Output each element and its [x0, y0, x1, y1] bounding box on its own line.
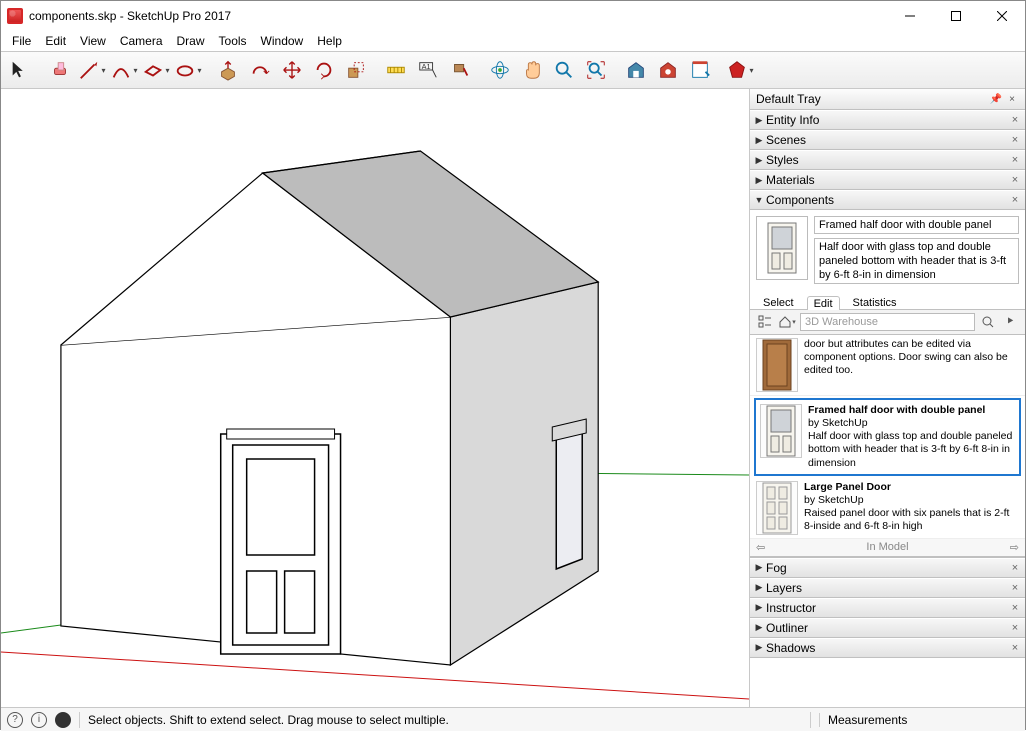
- panel-components[interactable]: ▼Components×: [750, 190, 1025, 210]
- panel-entity-info[interactable]: ▶Entity Info×: [750, 110, 1025, 130]
- paint-tool[interactable]: [445, 55, 475, 85]
- components-list: door but attributes can be edited via co…: [750, 335, 1025, 539]
- tab-select[interactable]: Select: [756, 295, 801, 309]
- rectangle-tool[interactable]: ▾: [141, 55, 171, 85]
- zoom-extents-tool[interactable]: [581, 55, 611, 85]
- menu-file[interactable]: File: [5, 32, 38, 50]
- components-toolbar: ▾ 3D Warehouse ⯈: [750, 310, 1025, 335]
- orbit-tool[interactable]: [485, 55, 515, 85]
- tray-empty-area: [750, 658, 1025, 707]
- status-hint: Select objects. Shift to extend select. …: [88, 713, 802, 727]
- eraser-tool[interactable]: [45, 55, 75, 85]
- menu-view[interactable]: View: [73, 32, 113, 50]
- pushpull-tool[interactable]: [213, 55, 243, 85]
- details-arrow-icon[interactable]: ⯈: [1001, 313, 1019, 331]
- panel-scenes[interactable]: ▶Scenes×: [750, 130, 1025, 150]
- menu-tools[interactable]: Tools: [212, 32, 254, 50]
- view-toggle-icon[interactable]: [756, 313, 774, 331]
- list-item[interactable]: door but attributes can be edited via co…: [750, 335, 1025, 396]
- inmodel-label: In Model: [772, 541, 1003, 553]
- offset-tool[interactable]: [245, 55, 275, 85]
- tray-close-icon[interactable]: ×: [1005, 92, 1019, 106]
- tape-tool[interactable]: [381, 55, 411, 85]
- ruby-tool[interactable]: ▾: [725, 55, 755, 85]
- component-name-field[interactable]: Framed half door with double panel: [814, 216, 1019, 234]
- menu-window[interactable]: Window: [254, 32, 311, 50]
- circle-tool[interactable]: ▾: [173, 55, 203, 85]
- panel-styles[interactable]: ▶Styles×: [750, 150, 1025, 170]
- panel-instructor[interactable]: ▶Instructor×: [750, 598, 1025, 618]
- maximize-button[interactable]: [933, 1, 979, 31]
- viewport-3d[interactable]: [1, 89, 749, 707]
- main-toolbar: ▾ ▾ ▾ ▾ A1 ▾: [1, 51, 1025, 89]
- menu-edit[interactable]: Edit: [38, 32, 73, 50]
- pan-tool[interactable]: [517, 55, 547, 85]
- tab-statistics[interactable]: Statistics: [846, 295, 904, 309]
- scale-tool[interactable]: [341, 55, 371, 85]
- panel-shadows[interactable]: ▶Shadows×: [750, 638, 1025, 658]
- move-tool[interactable]: [277, 55, 307, 85]
- inmodel-nav: ⇦ In Model ⇨: [750, 539, 1025, 557]
- title-bar: components.skp - SketchUp Pro 2017: [1, 1, 1025, 31]
- extension-warehouse-tool[interactable]: [653, 55, 683, 85]
- panel-layers[interactable]: ▶Layers×: [750, 578, 1025, 598]
- menu-bar: File Edit View Camera Draw Tools Window …: [1, 31, 1025, 51]
- help-icon[interactable]: ?: [7, 712, 23, 728]
- component-description-field[interactable]: Half door with glass top and double pane…: [814, 238, 1019, 284]
- pin-icon[interactable]: 📌: [989, 92, 1003, 106]
- tray-title: Default Tray: [756, 92, 821, 106]
- select-tool[interactable]: [5, 55, 35, 85]
- component-tabs: Select Edit Statistics: [750, 290, 1025, 310]
- forward-arrow-icon[interactable]: ⇨: [1003, 541, 1019, 554]
- zoom-tool[interactable]: [549, 55, 579, 85]
- back-arrow-icon[interactable]: ⇦: [756, 541, 772, 554]
- home-icon[interactable]: ▾: [778, 313, 796, 331]
- info-icon[interactable]: i: [31, 712, 47, 728]
- component-thumbnail: [756, 216, 808, 280]
- tray-title-bar[interactable]: Default Tray 📌 ×: [750, 89, 1025, 110]
- components-panel-body: Framed half door with double panel Half …: [750, 210, 1025, 558]
- arc-tool[interactable]: ▾: [109, 55, 139, 85]
- default-tray: Default Tray 📌 × ▶Entity Info× ▶Scenes× …: [749, 89, 1025, 707]
- measurements-label: Measurements: [819, 713, 1019, 727]
- menu-draw[interactable]: Draw: [170, 32, 212, 50]
- panel-outliner[interactable]: ▶Outliner×: [750, 618, 1025, 638]
- window-title: components.skp - SketchUp Pro 2017: [29, 9, 887, 23]
- tab-edit[interactable]: Edit: [807, 296, 840, 310]
- panel-fog[interactable]: ▶Fog×: [750, 558, 1025, 578]
- minimize-button[interactable]: [887, 1, 933, 31]
- menu-camera[interactable]: Camera: [113, 32, 170, 50]
- svg-text:A1: A1: [422, 62, 431, 71]
- warehouse-tool[interactable]: [621, 55, 651, 85]
- user-icon[interactable]: [55, 712, 71, 728]
- search-icon[interactable]: [979, 313, 997, 331]
- text-tool[interactable]: A1: [413, 55, 443, 85]
- menu-help[interactable]: Help: [310, 32, 349, 50]
- list-item[interactable]: Large Panel Doorby SketchUpRaised panel …: [750, 478, 1025, 539]
- line-tool[interactable]: ▾: [77, 55, 107, 85]
- app-icon: [7, 8, 23, 24]
- rotate-tool[interactable]: [309, 55, 339, 85]
- search-input[interactable]: 3D Warehouse: [800, 313, 975, 331]
- list-item-selected[interactable]: Framed half door with double panelby Ske…: [754, 398, 1021, 476]
- status-bar: ? i Select objects. Shift to extend sele…: [1, 707, 1025, 731]
- layout-tool[interactable]: [685, 55, 715, 85]
- close-button[interactable]: [979, 1, 1025, 31]
- panel-materials[interactable]: ▶Materials×: [750, 170, 1025, 190]
